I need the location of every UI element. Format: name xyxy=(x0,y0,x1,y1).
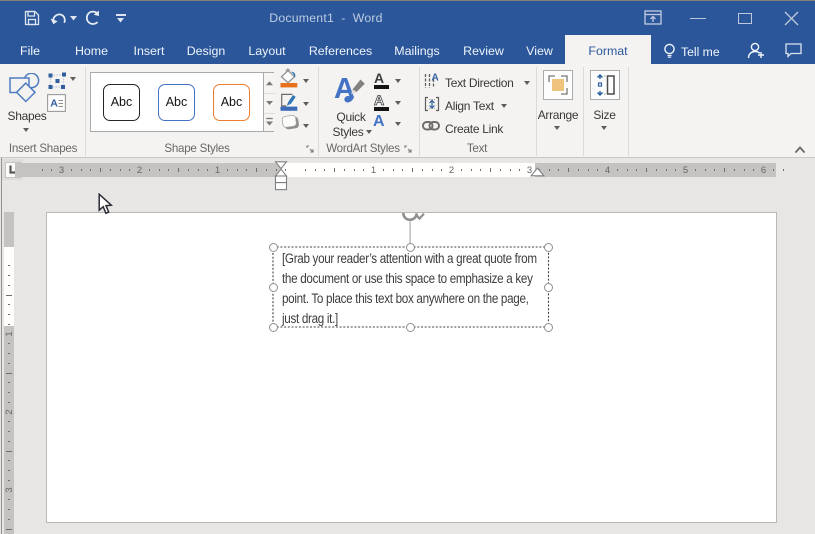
svg-text:A: A xyxy=(50,98,58,110)
svg-text:A: A xyxy=(432,73,439,84)
